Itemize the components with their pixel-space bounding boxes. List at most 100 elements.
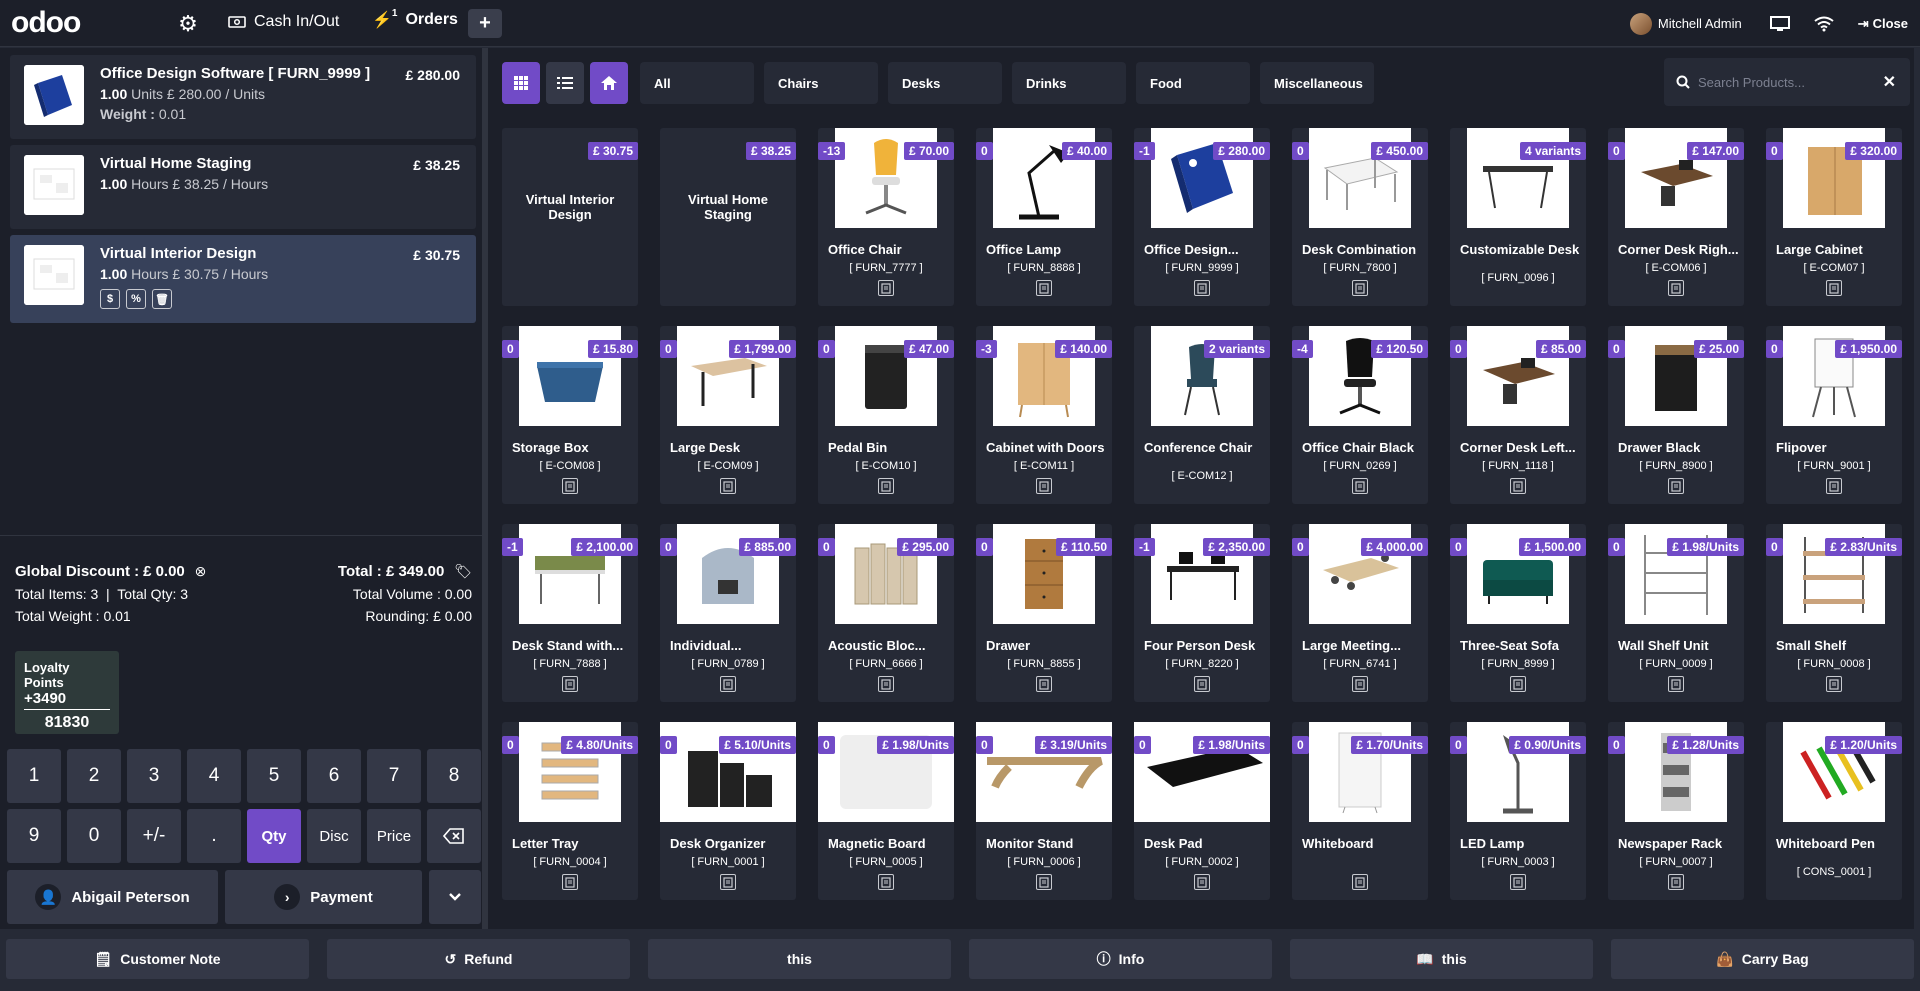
product-info-icon[interactable] <box>1194 676 1210 692</box>
more-actions-button[interactable] <box>429 870 481 924</box>
product-card[interactable]: Desk Organizer [ FURN_0001 ] 0 £ 5.10/Units <box>660 722 796 900</box>
product-card[interactable]: Whiteboard 0 £ 1.70/Units <box>1292 722 1428 900</box>
product-info-icon[interactable] <box>1194 874 1210 890</box>
product-info-icon[interactable] <box>1194 280 1210 296</box>
product-card[interactable]: Office Chair [ FURN_7777 ] -13 £ 70.00 <box>818 128 954 306</box>
numpad-key[interactable]: 5 <box>247 749 301 803</box>
product-info-icon[interactable] <box>1826 676 1842 692</box>
product-info-icon[interactable] <box>562 478 578 494</box>
this-button[interactable]: this <box>648 939 951 979</box>
product-card[interactable]: Large Meeting... [ FURN_6741 ] 0 £ 4,000.00 <box>1292 524 1428 702</box>
product-card[interactable]: Drawer [ FURN_8855 ] 0 £ 110.50 <box>976 524 1112 702</box>
user-menu[interactable]: Mitchell Admin <box>1629 12 1742 35</box>
product-card[interactable]: LED Lamp [ FURN_0003 ] 0 £ 0.90/Units <box>1450 722 1586 900</box>
numpad-key[interactable]: 2 <box>67 749 121 803</box>
numpad-key[interactable]: 4 <box>187 749 241 803</box>
product-card[interactable]: Individual... [ FURN_0789 ] 0 £ 885.00 <box>660 524 796 702</box>
category-chairs[interactable]: Chairs <box>764 62 878 104</box>
disc-mode-button[interactable]: Disc <box>307 809 361 863</box>
product-card[interactable]: Storage Box [ E-COM08 ] 0 £ 15.80 <box>502 326 638 504</box>
gear-icon[interactable]: ⚙ <box>176 11 200 36</box>
product-card[interactable]: Cabinet with Doors [ E-COM11 ] -3 £ 140.00 <box>976 326 1112 504</box>
product-card[interactable]: Customizable Desk [ FURN_0096 ] 4 variants <box>1450 128 1586 306</box>
orderline[interactable]: Virtual Home Staging 1.00 Hours £ 38.25 … <box>10 145 476 229</box>
search-input[interactable] <box>1698 74 1868 90</box>
list-view-icon[interactable] <box>546 62 584 104</box>
product-info-icon[interactable] <box>1036 676 1052 692</box>
product-card[interactable]: Large Cabinet [ E-COM07 ] 0 £ 320.00 <box>1766 128 1902 306</box>
close-button[interactable]: ⇥ Close <box>1858 16 1908 32</box>
product-info-icon[interactable] <box>1352 874 1368 890</box>
product-card[interactable]: Acoustic Bloc... [ FURN_6666 ] 0 £ 295.00 <box>818 524 954 702</box>
trash-icon[interactable]: 🗑 <box>152 289 172 309</box>
product-card[interactable]: Virtual Home Staging £ 38.25 <box>660 128 796 306</box>
category-drinks[interactable]: Drinks <box>1012 62 1126 104</box>
grid-view-icon[interactable] <box>502 62 540 104</box>
product-info-icon[interactable] <box>1510 478 1526 494</box>
remove-discount-icon[interactable]: ⊗ <box>195 563 207 579</box>
product-info-icon[interactable] <box>1826 280 1842 296</box>
refund-button[interactable]: ↺ Refund <box>327 939 630 979</box>
numpad-key-sign[interactable]: +/- <box>127 809 181 863</box>
product-info-icon[interactable] <box>720 478 736 494</box>
product-card[interactable]: Desk Pad [ FURN_0002 ] 0 £ 1.98/Units <box>1134 722 1270 900</box>
product-card[interactable]: Pedal Bin [ E-COM10 ] 0 £ 47.00 <box>818 326 954 504</box>
product-info-icon[interactable] <box>1668 478 1684 494</box>
home-icon[interactable] <box>590 62 628 104</box>
product-info-icon[interactable] <box>1668 874 1684 890</box>
product-info-icon[interactable] <box>878 280 894 296</box>
backspace-button[interactable] <box>427 809 481 863</box>
product-card[interactable]: Office Lamp [ FURN_8888 ] 0 £ 40.00 <box>976 128 1112 306</box>
product-info-icon[interactable] <box>1668 676 1684 692</box>
product-info-icon[interactable] <box>1352 280 1368 296</box>
category-desks[interactable]: Desks <box>888 62 1002 104</box>
numpad-key[interactable]: 6 <box>307 749 361 803</box>
product-card[interactable]: Desk Combination [ FURN_7800 ] 0 £ 450.00 <box>1292 128 1428 306</box>
price-override-icon[interactable]: $ <box>100 289 120 309</box>
clear-search-icon[interactable]: ✕ <box>1883 72 1896 92</box>
carry-bag-button[interactable]: 👜 Carry Bag <box>1611 939 1914 979</box>
orders-button[interactable]: ⚡ 1 Orders <box>372 8 458 30</box>
product-info-icon[interactable] <box>562 676 578 692</box>
product-card[interactable]: Conference Chair [ E-COM12 ] 2 variants <box>1134 326 1270 504</box>
product-card[interactable]: Letter Tray [ FURN_0004 ] 0 £ 4.80/Units <box>502 722 638 900</box>
product-card[interactable]: Flipover [ FURN_9001 ] 0 £ 1,950.00 <box>1766 326 1902 504</box>
product-info-icon[interactable] <box>562 874 578 890</box>
numpad-key[interactable]: 7 <box>367 749 421 803</box>
product-info-icon[interactable] <box>878 676 894 692</box>
orderline[interactable]: Office Design Software [ FURN_9999 ] 1.0… <box>10 55 476 139</box>
product-info-icon[interactable] <box>720 676 736 692</box>
product-info-icon[interactable] <box>720 874 736 890</box>
numpad-key[interactable]: 3 <box>127 749 181 803</box>
category-miscellaneous[interactable]: Miscellaneous <box>1260 62 1374 104</box>
product-info-icon[interactable] <box>1510 676 1526 692</box>
customer-button[interactable]: 👤 Abigail Peterson <box>7 870 218 924</box>
product-info-icon[interactable] <box>1036 478 1052 494</box>
product-card[interactable]: Office Design... [ FURN_9999 ] -1 £ 280.00 <box>1134 128 1270 306</box>
product-card[interactable]: Wall Shelf Unit [ FURN_0009 ] 0 £ 1.98/Unit… <box>1608 524 1744 702</box>
product-card[interactable]: Desk Stand with... [ FURN_7888 ] -1 £ 2,100… <box>502 524 638 702</box>
category-food[interactable]: Food <box>1136 62 1250 104</box>
product-card[interactable]: Magnetic Board [ FURN_0005 ] 0 £ 1.98/Units <box>818 722 954 900</box>
product-card[interactable]: Whiteboard Pen [ CONS_0001 ] £ 1.20/Units <box>1766 722 1902 900</box>
product-info-icon[interactable] <box>1668 280 1684 296</box>
numpad-key[interactable]: 1 <box>7 749 61 803</box>
info-button[interactable]: ⓘ Info <box>969 939 1272 979</box>
product-info-icon[interactable] <box>1036 280 1052 296</box>
product-info-icon[interactable] <box>878 874 894 890</box>
product-card[interactable]: Monitor Stand [ FURN_0006 ] 0 £ 3.19/Units <box>976 722 1112 900</box>
numpad-key-decimal[interactable]: . <box>187 809 241 863</box>
product-card[interactable]: Corner Desk Righ... [ E-COM06 ] 0 £ 147.00 <box>1608 128 1744 306</box>
orderline-selected[interactable]: Virtual Interior Design 1.00 Hours £ 30.… <box>10 235 476 323</box>
product-card[interactable]: Large Desk [ E-COM09 ] 0 £ 1,799.00 <box>660 326 796 504</box>
numpad-key[interactable]: 9 <box>7 809 61 863</box>
customer-note-button[interactable]: 🗒 Customer Note <box>6 939 309 979</box>
product-card[interactable]: Four Person Desk [ FURN_8220 ] -1 £ 2,350.0… <box>1134 524 1270 702</box>
price-mode-button[interactable]: Price <box>367 809 421 863</box>
product-info-icon[interactable] <box>1826 478 1842 494</box>
product-card[interactable]: Corner Desk Left... [ FURN_1118 ] 0 £ 85.00 <box>1450 326 1586 504</box>
product-card[interactable]: Three-Seat Sofa [ FURN_8999 ] 0 £ 1,500.00 <box>1450 524 1586 702</box>
product-card[interactable]: Office Chair Black [ FURN_0269 ] -4 £ 120.5… <box>1292 326 1428 504</box>
scrollbar[interactable] <box>1914 48 1920 929</box>
product-card[interactable]: Drawer Black [ FURN_8900 ] 0 £ 25.00 <box>1608 326 1744 504</box>
